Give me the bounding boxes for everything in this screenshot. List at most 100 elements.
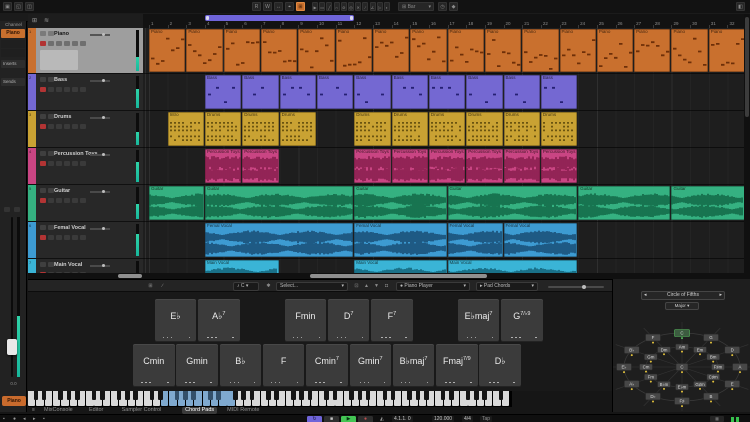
track-row-piano[interactable]: 1Piano <box>28 28 143 74</box>
transport-modes-icon[interactable]: ▪ <box>3 416 5 422</box>
black-key[interactable] <box>250 391 255 400</box>
chord-pad[interactable]: Gmin <box>176 344 218 387</box>
add-track-icon[interactable]: ⊞ <box>32 17 37 24</box>
chord-node-F♯[interactable]: F♯ <box>675 398 690 408</box>
chord-pad[interactable]: Cmin7 <box>306 344 348 387</box>
timebase-button[interactable] <box>80 161 86 166</box>
chord-node-Dm[interactable]: Dm <box>658 347 671 356</box>
time-signature-display[interactable]: 4/4 <box>462 416 473 422</box>
midi-audio-event[interactable]: Percussion Toys <box>541 149 577 183</box>
black-key[interactable] <box>416 391 421 400</box>
timeline-ruler[interactable]: 1234567891011121314151617181920212223242… <box>143 14 744 29</box>
window-zones-icon[interactable]: ◫ <box>25 2 34 11</box>
midi-audio-event[interactable]: Guitar <box>448 186 578 220</box>
chord-node-C♯m[interactable]: C♯m <box>707 374 720 383</box>
black-key[interactable] <box>216 391 221 400</box>
auto-scroll-icon[interactable]: ↔ <box>274 2 283 11</box>
midi-audio-event[interactable]: Femal Vocal <box>448 223 503 257</box>
activate-project-icon[interactable]: ▣ <box>3 2 12 11</box>
tab-mixconsole[interactable]: MixConsole <box>44 407 73 414</box>
lock-button[interactable] <box>72 198 78 203</box>
chord-pad[interactable]: B♭ <box>220 344 262 387</box>
black-key[interactable] <box>291 391 296 400</box>
track-volume-slider[interactable] <box>90 265 110 267</box>
track-filter-icon[interactable]: ≋ <box>44 17 49 24</box>
midi-audio-event[interactable]: Guitar <box>671 186 744 220</box>
black-key[interactable] <box>158 391 163 400</box>
midi-audio-event[interactable]: Bass <box>429 75 465 109</box>
mute-button[interactable] <box>40 262 46 267</box>
black-key[interactable] <box>191 391 196 400</box>
skip-forward-icon[interactable]: ▸ <box>33 416 36 422</box>
midi-audio-event[interactable]: Piano <box>186 29 222 72</box>
freeze-button[interactable] <box>64 41 70 46</box>
black-key[interactable] <box>366 391 371 400</box>
tab-midi-remote[interactable]: MIDI Remote <box>227 407 259 414</box>
edit-channel-button[interactable] <box>56 161 62 166</box>
midi-audio-event[interactable]: Percussion Toys <box>466 149 502 183</box>
chord-node-E♭[interactable]: E♭ <box>617 364 632 374</box>
fader-value[interactable]: 0.0 <box>0 381 27 386</box>
chord-node-Am[interactable]: Am <box>676 344 689 353</box>
black-key[interactable] <box>75 391 80 400</box>
black-key[interactable] <box>175 391 180 400</box>
inserts-section[interactable]: Inserts <box>1 60 25 68</box>
punch-icon[interactable]: ▪ <box>43 416 45 422</box>
midi-audio-event[interactable]: Percussion Toys <box>354 149 390 183</box>
black-key[interactable] <box>233 391 238 400</box>
lock-button[interactable] <box>72 87 78 92</box>
tab-editor[interactable]: Editor <box>89 407 103 414</box>
solo-button[interactable] <box>14 207 20 212</box>
black-key[interactable] <box>34 391 39 400</box>
midi-audio-event[interactable]: Main Vocal <box>448 260 578 273</box>
record-mode-icon[interactable]: ● <box>13 416 16 422</box>
chord-node-F♯m[interactable]: F♯m <box>712 364 725 373</box>
track-list-hscroll-thumb[interactable] <box>118 274 142 278</box>
cycle-button[interactable]: ↻ <box>307 416 322 422</box>
line-tool-icon[interactable]: ∠ <box>370 2 376 11</box>
track-volume-handle[interactable] <box>102 190 105 193</box>
midi-audio-event[interactable]: Bass <box>392 75 428 109</box>
chord-pad[interactable]: D7 <box>328 299 370 342</box>
midi-audio-event[interactable]: Main Vocal <box>354 260 446 273</box>
lock-button[interactable] <box>72 235 78 240</box>
grid-type-dropdown[interactable]: ⊞ Bar ▾ <box>398 2 434 11</box>
draw-tool-icon[interactable]: ∕ <box>362 2 368 11</box>
midi-audio-event[interactable]: Drums <box>392 112 428 146</box>
record-enable-button[interactable] <box>40 41 46 46</box>
preset-dropdown[interactable]: Select... ▾ <box>276 282 348 291</box>
black-key[interactable] <box>349 391 354 400</box>
chord-pad[interactable]: D♭ <box>479 344 521 387</box>
arrangement-hscroll-thumb[interactable] <box>310 274 487 278</box>
position-display[interactable]: 4.1.1. 0 <box>392 416 413 422</box>
track-volume-slider[interactable] <box>90 117 110 119</box>
monitor-button[interactable] <box>48 198 54 203</box>
midi-audio-event[interactable]: Percussion Toys <box>205 149 241 183</box>
play-button[interactable]: ▶ <box>341 416 356 422</box>
chord-pad[interactable]: G7/♭9 <box>501 299 543 342</box>
midi-audio-event[interactable]: Piano <box>410 29 446 72</box>
mute-button[interactable] <box>4 207 10 212</box>
chord-node-Fm[interactable]: Fm <box>644 374 657 383</box>
move-up-icon[interactable]: ▲ <box>362 282 371 291</box>
midi-audio-event[interactable]: Piano <box>634 29 670 72</box>
latch-slider-handle[interactable] <box>582 285 586 289</box>
vertical-scrollbar-thumb[interactable] <box>745 17 749 117</box>
midi-audio-event[interactable]: Piano <box>149 29 185 72</box>
erase-tool-icon[interactable]: ⊘ <box>341 2 347 11</box>
object-selection-tool-icon[interactable]: ▶ <box>312 2 318 11</box>
midi-audio-event[interactable]: Piano <box>336 29 372 72</box>
automation-read-icon[interactable]: R <box>252 2 261 11</box>
track-volume-slider[interactable] <box>90 228 110 230</box>
chord-node-D♭[interactable]: D♭ <box>646 393 661 403</box>
solo-button[interactable] <box>48 77 54 82</box>
black-key[interactable] <box>117 391 122 400</box>
midi-audio-event[interactable]: Piano <box>261 29 297 72</box>
midi-audio-event[interactable]: Guitar <box>354 186 446 220</box>
black-key[interactable] <box>441 391 446 400</box>
chord-node-Em[interactable]: Em <box>694 347 707 356</box>
timebase-button[interactable] <box>80 198 86 203</box>
black-key[interactable] <box>482 391 487 400</box>
timebase-button[interactable] <box>80 124 86 129</box>
midi-audio-event[interactable]: Guitar <box>149 186 204 220</box>
